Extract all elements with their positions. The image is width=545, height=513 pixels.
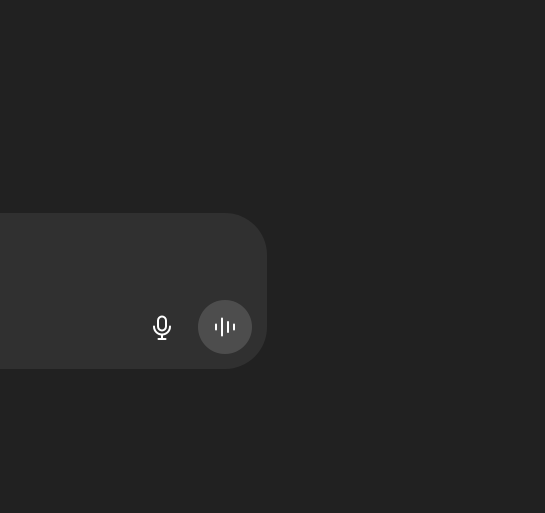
dictate-button[interactable] xyxy=(140,306,184,350)
microphone-icon xyxy=(151,315,173,341)
waveform-icon xyxy=(213,317,237,337)
page xyxy=(0,0,545,513)
message-composer[interactable] xyxy=(0,213,267,369)
voice-mode-button[interactable] xyxy=(198,300,252,354)
